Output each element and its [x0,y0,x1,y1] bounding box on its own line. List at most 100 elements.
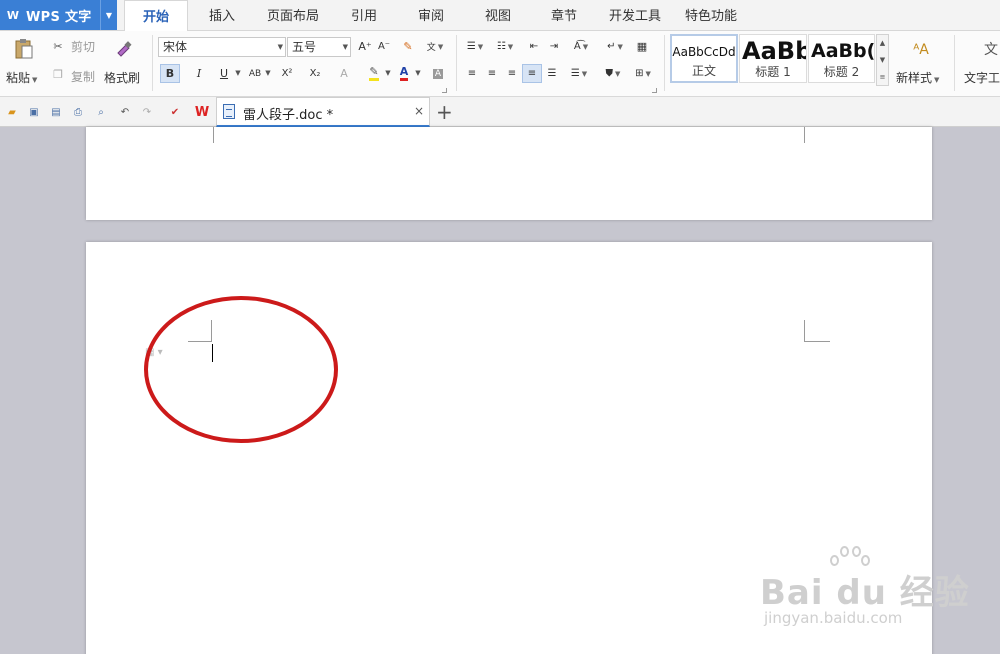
increase-indent-button[interactable]: ⇥ [544,37,564,56]
new-tab-button[interactable]: + [436,100,453,124]
close-tab-icon[interactable]: × [414,104,424,118]
paragraph-mark-button[interactable]: ↵ ▼ [602,37,628,56]
paragraph-group-launcher-icon[interactable] [652,88,657,93]
style-normal-name: 正文 [691,64,716,78]
font-color-dropdown-icon[interactable]: ▼ [414,68,422,78]
word-document-icon [223,104,235,119]
highlight-icon[interactable]: ✎ [364,64,384,83]
font-family-value: 宋体 [163,40,188,54]
char-shading-label: A [432,68,444,79]
margin-mark-top-right [804,320,830,342]
wps-app-menu-button[interactable]: W WPS 文字 ▼ [0,0,117,30]
shading-fill-button[interactable]: ⛊ ▼ [600,64,626,83]
tab-special-features[interactable]: 特色功能 [678,0,744,31]
border-button[interactable]: ⊞ ▼ [630,64,656,83]
numbered-list-button[interactable]: ☷ ▼ [492,37,518,56]
style-normal-sample: AaBbCcDd [672,45,736,59]
font-group-launcher-icon[interactable] [442,88,447,93]
align-right-button[interactable]: ≡ [502,64,522,83]
char-shading-button[interactable]: A [428,64,448,83]
print-preview-icon[interactable]: ⌕ [94,105,108,119]
tab-chapter[interactable]: 章节 [540,0,588,31]
new-style-dropdown-icon[interactable]: ▼ [934,76,939,84]
text-tools-button[interactable]: 文字工 [964,69,1000,86]
style-normal[interactable]: AaBbCcDd 正文 [670,34,738,83]
tab-references[interactable]: 引用 [340,0,388,31]
decrease-indent-button[interactable]: ⇤ [524,37,544,56]
table-grid-icon[interactable]: ▦ [632,37,652,56]
italic-button[interactable]: I [189,64,209,83]
tab-home[interactable]: 开始 [124,0,188,32]
copy-button[interactable]: 复制 [71,68,95,85]
new-style-icon[interactable]: ᴬA [909,39,933,61]
tab-view[interactable]: 视图 [474,0,522,31]
clear-format-icon[interactable]: ✎ [398,37,418,56]
line-spacing-button[interactable]: ☰ ▼ [566,64,592,83]
bullet-list-button[interactable]: ☰ ▼ [462,37,488,56]
gallery-down-icon[interactable]: ▼ [877,52,888,69]
subscript-button[interactable]: X₂ [305,64,325,83]
copy-icon: ❐ [53,67,63,81]
font-family-dropdown-icon[interactable]: ▼ [278,38,283,56]
strike-dropdown-icon[interactable]: ▼ [264,68,272,78]
superscript-button[interactable]: X² [277,64,297,83]
app-title: WPS 文字 [26,9,92,25]
style-heading-2-sample: AaBb( [811,40,874,62]
style-heading-1[interactable]: AaBb 标题 1 [739,34,807,83]
tab-page-layout[interactable]: 页面布局 [258,0,328,31]
font-size-select[interactable]: 五号 ▼ [287,37,351,57]
underline-button[interactable]: U [214,64,234,83]
font-color-label: A [399,66,409,81]
paste-icon[interactable] [13,37,35,61]
wps-home-icon[interactable]: W [192,105,212,120]
quick-access-customize-icon[interactable]: ✔ [168,105,182,119]
distributed-align-button[interactable]: ☰ [542,64,562,83]
save-icon[interactable]: ▣ [27,105,41,119]
document-page-previous[interactable] [86,127,932,220]
tab-review[interactable]: 审阅 [407,0,455,31]
align-justify-button[interactable]: ≡ [522,64,542,83]
gallery-more-icon[interactable]: ≡ [877,69,888,86]
font-family-select[interactable]: 宋体 ▼ [158,37,286,57]
style-gallery-scroll[interactable]: ▲ ▼ ≡ [876,34,889,86]
font-size-dropdown-icon[interactable]: ▼ [343,38,348,56]
tab-developer[interactable]: 开发工具 [602,0,668,31]
style-heading-2-name: 标题 2 [823,65,860,79]
open-folder-icon[interactable]: ▰ [5,105,19,119]
group-separator [152,35,153,91]
align-center-button[interactable]: ≡ [482,64,502,83]
cut-button[interactable]: 剪切 [71,38,95,55]
text-effect-icon[interactable]: A [334,64,354,83]
strikethrough-button[interactable]: AB [245,64,265,83]
document-tab[interactable]: 雷人段子.doc * × [216,97,430,127]
align-left-button[interactable]: ≡ [462,64,482,83]
underline-dropdown-icon[interactable]: ▼ [234,68,242,78]
style-heading-2[interactable]: AaBb( 标题 2 [808,34,875,83]
watermark-brand: Bai du 经验 [760,573,970,613]
export-pdf-icon[interactable]: ▤ [49,105,63,119]
font-color-button[interactable]: A [394,64,414,83]
redo-icon[interactable]: ↷ [140,105,154,119]
format-painter-icon[interactable] [114,39,134,59]
grow-font-button[interactable]: A⁺ [355,37,375,56]
undo-icon[interactable]: ↶ [118,105,132,119]
bold-button[interactable]: B [160,64,180,83]
app-menu-dropdown-icon[interactable]: ▼ [100,0,117,30]
phonetic-guide-button[interactable]: 文 ▼ [422,37,448,56]
document-tab-title: 雷人段子.doc * [243,108,334,123]
group-separator [664,35,665,91]
chinese-layout-button[interactable]: A͡ ▼ [568,37,594,56]
gallery-up-icon[interactable]: ▲ [877,35,888,52]
group-separator [456,35,457,91]
format-painter-button[interactable]: 格式刷 [104,69,140,86]
group-separator [954,35,955,91]
highlight-dropdown-icon[interactable]: ▼ [384,68,392,78]
shrink-font-button[interactable]: A⁻ [374,37,394,56]
tab-insert[interactable]: 插入 [196,0,248,31]
print-icon[interactable]: ⎙ [71,105,85,119]
text-tools-icon[interactable]: 文 [982,39,1000,59]
paste-button[interactable]: 粘贴 ▼ [6,69,37,86]
paste-dropdown-icon[interactable]: ▼ [32,76,37,84]
style-heading-1-sample: AaBb [742,37,806,65]
new-style-button[interactable]: 新样式 ▼ [896,69,939,86]
